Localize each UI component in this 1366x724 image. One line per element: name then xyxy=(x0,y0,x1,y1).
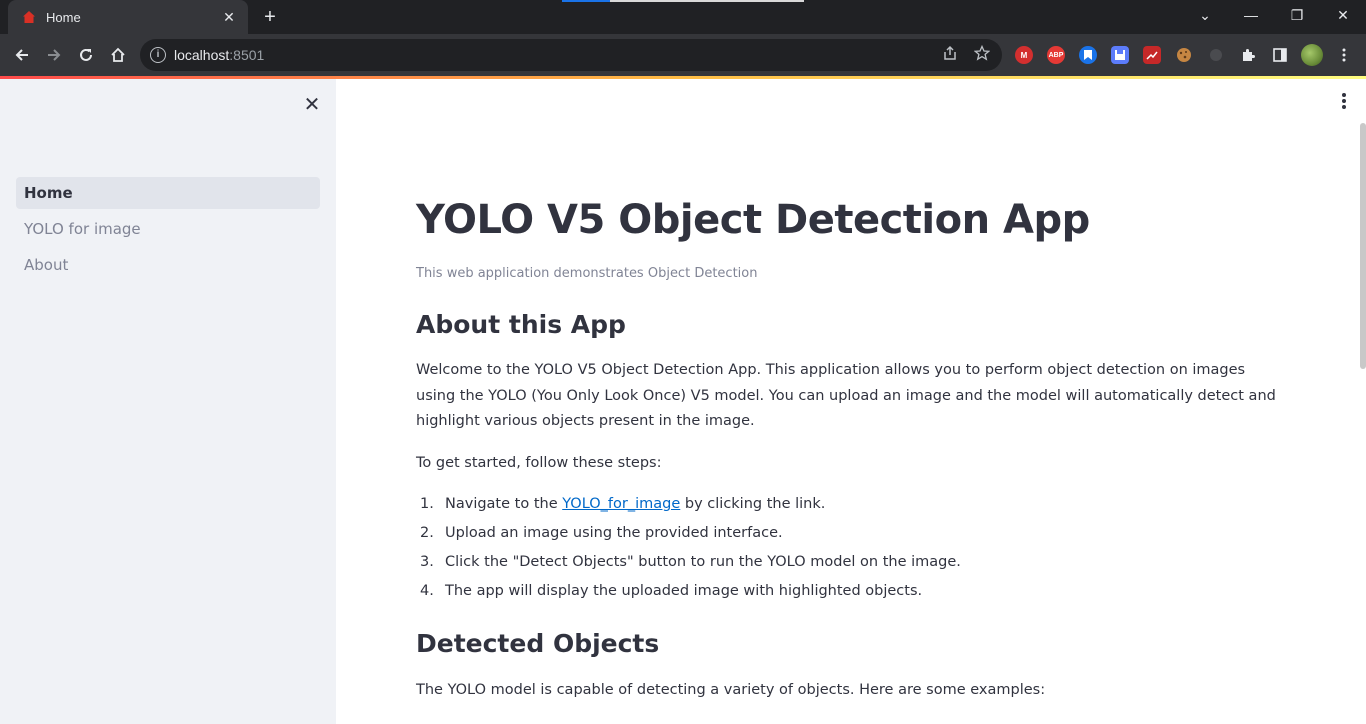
sidebar-item-yolo-for-image[interactable]: YOLO for image xyxy=(16,213,320,245)
restore-button[interactable]: ❐ xyxy=(1274,0,1320,30)
steps-intro: To get started, follow these steps: xyxy=(416,455,662,471)
browser-toolbar: i localhost:8501 M ABP xyxy=(0,34,1366,76)
list-item: 1. Navigate to the YOLO_for_image by cli… xyxy=(420,496,826,512)
profile-avatar[interactable] xyxy=(1301,44,1323,66)
back-arrow-icon[interactable] xyxy=(10,43,34,67)
browser-tab-home[interactable]: Home ✕ xyxy=(8,0,248,34)
site-info-icon[interactable]: i xyxy=(150,47,166,63)
bookmark-extension-icon[interactable] xyxy=(1079,46,1097,64)
scrollbar[interactable] xyxy=(1360,123,1366,369)
tab-close-icon[interactable]: ✕ xyxy=(220,9,238,26)
save-extension-icon[interactable] xyxy=(1111,46,1129,64)
main-content: YOLO V5 Object Detection App This web ap… xyxy=(336,79,1366,724)
sidebar-close-icon[interactable]: ✕ xyxy=(300,93,324,117)
list-item: 3. Click the "Detect Objects" button to … xyxy=(420,554,961,570)
disabled-extension-icon[interactable] xyxy=(1207,46,1225,64)
list-item: 4. The app will display the uploaded ima… xyxy=(420,583,923,599)
home-favicon-icon xyxy=(22,10,36,24)
sidebar-item-home[interactable]: Home xyxy=(16,177,320,209)
sidebar: ✕ Home YOLO for image About xyxy=(0,79,336,724)
yolo-for-image-link[interactable]: YOLO_for_image xyxy=(562,496,680,512)
tab-title: Home xyxy=(46,9,81,25)
cookie-extension-icon[interactable] xyxy=(1175,46,1193,64)
url-text: localhost:8501 xyxy=(174,47,265,63)
sidebar-nav: Home YOLO for image About xyxy=(16,177,320,285)
tab-search-icon[interactable]: ⌄ xyxy=(1182,0,1228,30)
share-icon[interactable] xyxy=(940,45,960,65)
sidebar-item-about[interactable]: About xyxy=(16,249,320,281)
steps-list: 1. Navigate to the YOLO_for_image by cli… xyxy=(416,491,961,607)
adblock-plus-extension-icon[interactable]: ABP xyxy=(1047,46,1065,64)
page-title: YOLO V5 Object Detection App xyxy=(416,197,1090,243)
address-bar[interactable]: i localhost:8501 xyxy=(140,39,1002,71)
chart-extension-icon[interactable] xyxy=(1143,46,1161,64)
home-icon[interactable] xyxy=(106,43,130,67)
bookmark-star-icon[interactable] xyxy=(972,44,992,65)
forward-arrow-icon[interactable] xyxy=(42,43,66,67)
detected-objects-paragraph: The YOLO model is capable of detecting a… xyxy=(416,682,1046,698)
about-paragraph: Welcome to the YOLO V5 Object Detection … xyxy=(416,362,1276,429)
mega-extension-icon[interactable]: M xyxy=(1015,46,1033,64)
minimize-button[interactable]: — xyxy=(1228,0,1274,30)
detected-objects-heading: Detected Objects xyxy=(416,629,660,658)
browser-tab-strip: Home ✕ + ⌄ — ❐ ✕ xyxy=(0,0,1366,34)
page-caption: This web application demonstrates Object… xyxy=(416,266,758,281)
app-menu-icon[interactable] xyxy=(1336,93,1352,109)
extensions-puzzle-icon[interactable] xyxy=(1239,46,1257,64)
list-item: 2. Upload an image using the provided in… xyxy=(420,525,783,541)
reload-icon[interactable] xyxy=(74,43,98,67)
new-tab-button[interactable]: + xyxy=(258,6,282,28)
tab-strip-indicator xyxy=(562,0,804,2)
browser-menu-icon[interactable] xyxy=(1335,46,1353,64)
close-window-button[interactable]: ✕ xyxy=(1320,0,1366,30)
about-heading: About this App xyxy=(416,310,626,339)
side-panel-icon[interactable] xyxy=(1271,46,1289,64)
